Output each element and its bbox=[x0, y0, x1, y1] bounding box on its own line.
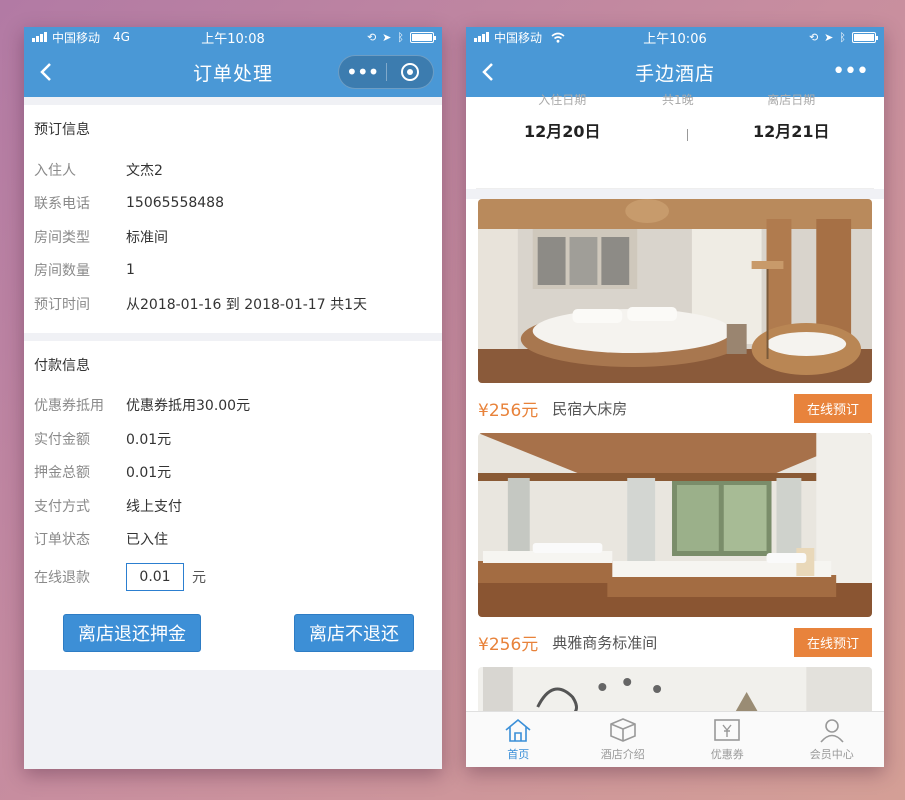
info-row: 入住人 文杰2 bbox=[34, 153, 432, 187]
page-title: 手边酒店 bbox=[634, 62, 715, 85]
nav-bar: 手边酒店 ••• bbox=[466, 47, 884, 97]
room-card[interactable]: ¥256元 典雅商务标准间 在线预订 bbox=[466, 433, 884, 667]
signal-icon bbox=[474, 32, 489, 42]
battery-icon bbox=[410, 31, 436, 43]
hotel-home-screen: 中国移动 上午10:06 ⟲ ➤ ᛒ 手边酒店 ••• 入住日期 12月20日 … bbox=[466, 27, 884, 767]
tab-home[interactable]: 首页 bbox=[466, 712, 571, 767]
location-icon: ➤ bbox=[382, 30, 392, 44]
room-count: 1 bbox=[126, 262, 135, 279]
coupon-discount: 优惠券抵用30.00元 bbox=[126, 398, 251, 415]
signal-icon bbox=[32, 32, 47, 42]
info-row: 房间数量 1 bbox=[34, 262, 135, 280]
more-icon[interactable]: ••• bbox=[832, 59, 869, 84]
payment-info-section: 付款信息 优惠券抵用 优惠券抵用30.00元 实付金额 0.01元 押金总额 0.01… bbox=[24, 340, 442, 598]
page-title: 订单处理 bbox=[192, 62, 273, 85]
info-row: 预订时间 从2018-01-16 到 2018-01-17 共1天 bbox=[34, 287, 432, 321]
room-card[interactable]: ¥256元 民宿大床房 在线预订 bbox=[466, 199, 884, 433]
info-row: 联系电话 15065558488 bbox=[34, 195, 224, 213]
room-price: ¥256元 bbox=[478, 634, 539, 655]
refund-deposit-button[interactable]: 离店退还押金 bbox=[63, 614, 201, 652]
carrier: 中国移动 bbox=[52, 30, 101, 45]
status-time: 上午10:06 bbox=[643, 31, 707, 47]
order-status: 已入住 bbox=[126, 532, 168, 549]
nights-count: 共1晚 bbox=[662, 93, 694, 107]
more-icon[interactable]: ••• bbox=[339, 55, 386, 89]
checkout-date[interactable]: 离店日期 12月21日 bbox=[753, 93, 830, 142]
guest-name: 文杰2 bbox=[126, 162, 163, 179]
info-row: 实付金额 0.01元 bbox=[34, 422, 432, 456]
back-icon[interactable] bbox=[36, 61, 58, 83]
carrier: 中国移动 bbox=[494, 30, 543, 45]
location-icon: ➤ bbox=[824, 30, 834, 44]
info-row: 押金总额 0.01元 bbox=[34, 456, 432, 490]
room-name: 典雅商务标准间 bbox=[552, 633, 658, 652]
room-type: 标准间 bbox=[126, 229, 168, 246]
info-row: 优惠券抵用 优惠券抵用30.00元 bbox=[34, 389, 432, 423]
coupon-icon bbox=[714, 719, 741, 741]
date-divider bbox=[687, 129, 688, 141]
payment-method: 线上支付 bbox=[126, 498, 182, 515]
status-bar: 中国移动 上午10:06 ⟲ ➤ ᛒ bbox=[466, 27, 884, 47]
tab-coupons[interactable]: 优惠券 bbox=[675, 712, 780, 767]
booking-info-section: 预订信息 入住人 文杰2 联系电话 15065558488 房间类型 标准间 房间数量… bbox=[24, 105, 442, 333]
info-row: 订单状态 已入住 bbox=[34, 523, 432, 557]
battery-icon bbox=[852, 31, 878, 43]
user-icon bbox=[820, 719, 844, 743]
rotation-lock-icon: ⟲ bbox=[808, 30, 819, 44]
wifi-icon bbox=[551, 32, 565, 43]
currency-unit: 元 bbox=[192, 570, 206, 586]
bottom-tab-bar: 首页 酒店介绍 优惠券 会员中心 bbox=[466, 711, 884, 767]
network-type: 4G bbox=[113, 30, 130, 44]
section-title: 付款信息 bbox=[34, 357, 90, 374]
tab-member-center[interactable]: 会员中心 bbox=[780, 712, 885, 767]
room-name: 民宿大床房 bbox=[552, 399, 628, 418]
info-row: 房间类型 标准间 bbox=[34, 220, 432, 254]
book-online-button[interactable]: 在线预订 bbox=[793, 627, 872, 657]
status-time: 上午10:08 bbox=[201, 31, 265, 47]
section-title: 预订信息 bbox=[34, 122, 90, 138]
info-row: 在线退款 元 bbox=[34, 556, 432, 598]
deposit-total: 0.01元 bbox=[126, 465, 172, 482]
order-processing-screen: 中国移动 4G 上午10:08 ⟲ ➤ ᛒ 订单处理 ••• 预订信息 入住人文… bbox=[24, 27, 442, 769]
room-price: ¥256元 bbox=[478, 400, 539, 421]
book-online-button[interactable]: 在线预订 bbox=[793, 393, 872, 423]
checkin-date[interactable]: 入住日期 12月20日 bbox=[524, 93, 601, 142]
back-icon[interactable] bbox=[478, 61, 500, 83]
date-picker[interactable]: 入住日期 12月20日 共1晚 离店日期 12月21日 bbox=[476, 93, 874, 189]
room-photo[interactable] bbox=[478, 199, 872, 383]
rotation-lock-icon: ⟲ bbox=[366, 30, 377, 44]
phone-number: 15065558488 bbox=[126, 195, 224, 212]
info-row: 支付方式 线上支付 bbox=[34, 489, 432, 523]
mini-program-capsule: ••• bbox=[338, 55, 434, 89]
status-bar: 中国移动 4G 上午10:08 ⟲ ➤ ᛒ bbox=[24, 27, 442, 47]
home-icon bbox=[505, 718, 531, 742]
no-refund-button[interactable]: 离店不退还 bbox=[294, 614, 414, 652]
booking-period: 从2018-01-16 到 2018-01-17 共1天 bbox=[126, 296, 367, 313]
paid-amount: 0.01元 bbox=[126, 431, 172, 448]
refund-amount-input[interactable] bbox=[126, 563, 184, 591]
bluetooth-icon: ᛒ bbox=[839, 30, 846, 44]
close-target-icon[interactable] bbox=[387, 62, 434, 82]
nav-bar: 订单处理 ••• bbox=[24, 47, 442, 97]
action-buttons: 离店退还押金 离店不退还 bbox=[24, 598, 442, 670]
bluetooth-icon: ᛒ bbox=[397, 30, 404, 44]
tab-hotel-intro[interactable]: 酒店介绍 bbox=[571, 712, 676, 767]
room-photo[interactable] bbox=[478, 433, 872, 617]
box-icon bbox=[609, 718, 636, 742]
